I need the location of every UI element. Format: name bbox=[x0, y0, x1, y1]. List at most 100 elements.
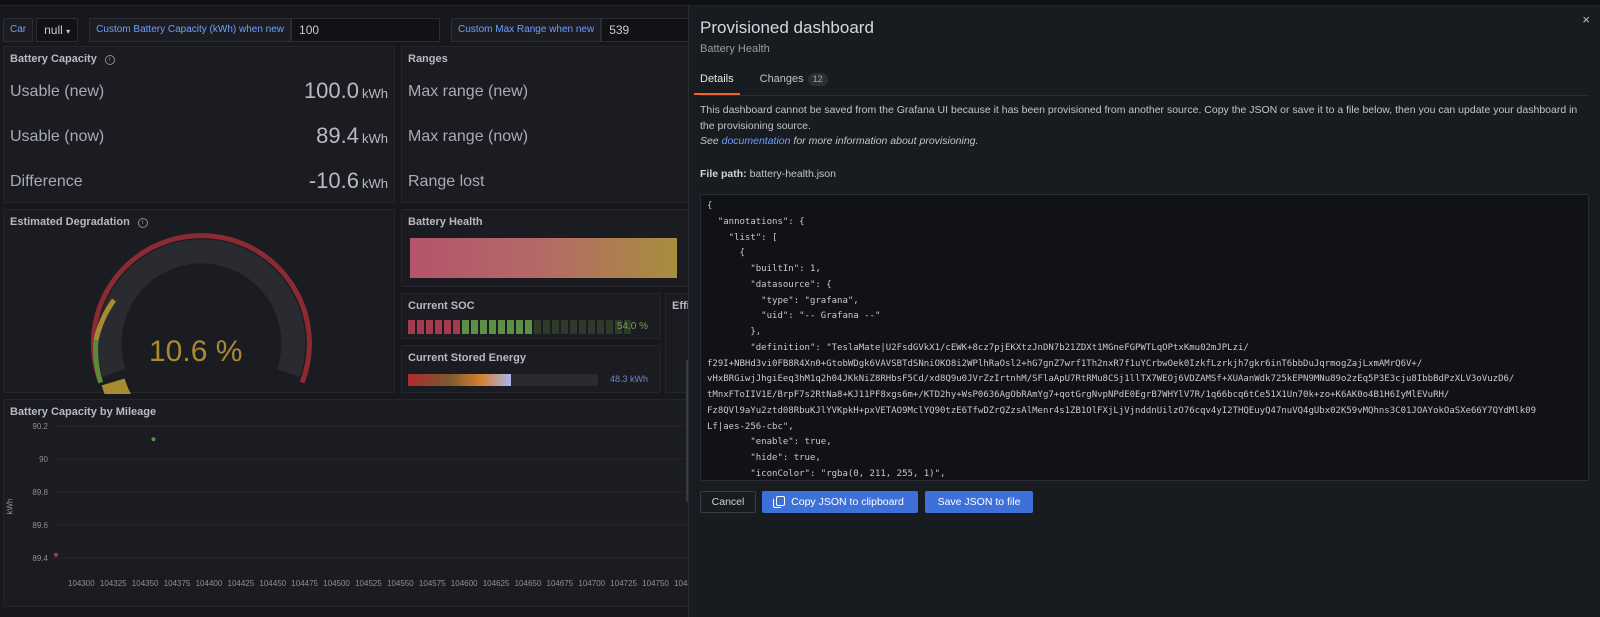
x-tick: 104750 bbox=[642, 579, 669, 588]
x-tick: 104550 bbox=[387, 579, 414, 588]
current-soc-title: Current SOC bbox=[408, 300, 475, 312]
tabs-divider bbox=[700, 95, 1589, 96]
battery-health-title: Battery Health bbox=[408, 216, 483, 228]
range-variable-label: Custom Max Range when new bbox=[451, 18, 602, 42]
x-tick: 104350 bbox=[131, 579, 159, 588]
stored-energy-panel: Current Stored Energy 48.3 kWh bbox=[401, 345, 661, 393]
soc-cell bbox=[543, 320, 550, 334]
tab-changes[interactable]: Changes 12 bbox=[754, 69, 834, 95]
copy-json-label: Copy JSON to clipboard bbox=[791, 496, 904, 508]
close-icon[interactable]: × bbox=[1582, 12, 1590, 27]
json-code-text: { "annotations": { "list": [ { "builtIn"… bbox=[707, 201, 1537, 479]
battery-capacity-panel: Battery Capacity i Usable (new) 100.0 kWh … bbox=[3, 46, 395, 203]
stat-label: Usable (now) bbox=[10, 128, 105, 145]
copy-json-button[interactable]: Copy JSON to clipboard bbox=[762, 491, 918, 513]
x-tick: 104450 bbox=[259, 579, 287, 588]
tab-label: Changes bbox=[759, 73, 804, 85]
soc-cell bbox=[498, 320, 505, 334]
degradation-panel: Estimated Degradation i 10.6 % bbox=[3, 209, 395, 394]
soc-cell bbox=[453, 320, 460, 334]
stat-number: -10.6 bbox=[308, 168, 359, 193]
x-tick: 104325 bbox=[99, 579, 127, 588]
documentation-link[interactable]: documentation bbox=[722, 135, 791, 147]
soc-cells bbox=[408, 320, 631, 334]
stat-value: 89.4 kWh bbox=[316, 123, 388, 149]
x-tick: 104425 bbox=[227, 579, 255, 588]
stored-energy-title: Current Stored Energy bbox=[408, 352, 526, 364]
x-tick: 104400 bbox=[195, 579, 223, 588]
soc-cell bbox=[516, 320, 523, 334]
stored-energy-value: 48.3 kWh bbox=[609, 374, 648, 384]
capacity-variable-input[interactable]: 100 bbox=[291, 18, 441, 42]
notice-text: This dashboard cannot be saved from the … bbox=[700, 104, 1578, 132]
soc-cell bbox=[462, 320, 469, 334]
notice-see: See bbox=[700, 135, 722, 147]
stat-value: 100.0 kWh bbox=[304, 78, 388, 104]
notice-see-line: See documentation for more information a… bbox=[700, 134, 1580, 150]
drawer-title: Provisioned dashboard bbox=[700, 18, 874, 37]
stat-label: Max range (new) bbox=[408, 83, 529, 100]
soc-cell bbox=[471, 320, 478, 334]
degradation-value: 10.6 % bbox=[149, 335, 243, 368]
x-tick: 104675 bbox=[546, 579, 574, 588]
x-tick: 104500 bbox=[323, 579, 350, 588]
soc-cell bbox=[426, 320, 433, 334]
copy-icon bbox=[773, 496, 786, 508]
stat-unit: kWh bbox=[362, 176, 388, 191]
file-path-label: File path: bbox=[700, 168, 747, 180]
soc-cell bbox=[561, 320, 568, 334]
drawer-tabs: Details Changes 12 bbox=[694, 69, 834, 95]
ranges-panel: Ranges Max range (new) Max range (now) R… bbox=[401, 46, 701, 203]
soc-cell bbox=[417, 320, 424, 334]
car-variable-value: null bbox=[44, 23, 63, 37]
panel-title: Battery Capacity i bbox=[10, 53, 115, 65]
soc-cell bbox=[570, 320, 577, 334]
info-icon[interactable]: i bbox=[104, 55, 115, 65]
x-tick: 104375 bbox=[163, 579, 191, 588]
soc-cell bbox=[507, 320, 514, 334]
current-soc-value: 54.0 % bbox=[616, 321, 648, 332]
gauge-value-arc bbox=[101, 378, 132, 394]
capacity-variable-label: Custom Battery Capacity (kWh) when new bbox=[89, 18, 292, 42]
x-tick: 104625 bbox=[482, 579, 510, 588]
x-tick: 104700 bbox=[578, 579, 606, 588]
x-tick: 104650 bbox=[514, 579, 542, 588]
tab-details[interactable]: Details bbox=[694, 69, 740, 95]
battery-health-bar bbox=[410, 238, 677, 278]
y-tick: 89.8 bbox=[32, 488, 48, 497]
soc-cell bbox=[480, 320, 487, 334]
file-path: File path: battery-health.json bbox=[700, 168, 836, 180]
y-tick: 90 bbox=[39, 455, 48, 464]
current-soc-panel: Current SOC 54.0 % bbox=[401, 293, 661, 339]
mileage-chart-panel: Battery Capacity by Mileage kWh 90.2 90 … bbox=[3, 399, 705, 607]
stat-label: Usable (new) bbox=[10, 83, 105, 100]
soc-cell bbox=[606, 320, 613, 334]
scatter-point[interactable] bbox=[151, 437, 156, 442]
y-axis-label: kWh bbox=[5, 498, 15, 515]
soc-cell bbox=[435, 320, 442, 334]
x-axis: 104300 104325 104350 104375 104400 104425 1044… bbox=[68, 579, 704, 591]
variables-bar: Car null ▾ Custom Battery Capacity (kWh)… bbox=[3, 18, 722, 42]
y-tick: 90.2 bbox=[32, 422, 48, 431]
y-tick: 89.6 bbox=[32, 521, 48, 530]
soc-cell bbox=[444, 320, 451, 334]
save-json-button[interactable]: Save JSON to file bbox=[925, 491, 1033, 513]
stat-number: 89.4 bbox=[316, 123, 359, 148]
y-axis: 90.2 90 89.8 89.6 89.4 bbox=[20, 422, 48, 563]
changes-count-badge: 12 bbox=[807, 73, 828, 86]
cancel-button[interactable]: Cancel bbox=[700, 491, 756, 513]
car-variable-select[interactable]: null ▾ bbox=[36, 18, 79, 42]
scatter-point[interactable] bbox=[54, 552, 58, 557]
soc-cell bbox=[408, 320, 415, 334]
stat-label: Difference bbox=[10, 173, 83, 190]
soc-cell bbox=[552, 320, 559, 334]
soc-cell bbox=[579, 320, 586, 334]
tab-label: Details bbox=[700, 73, 734, 85]
stored-energy-fill bbox=[408, 374, 511, 386]
json-code-editor[interactable]: { "annotations": { "list": [ { "builtIn"… bbox=[700, 194, 1589, 481]
x-tick: 104725 bbox=[610, 579, 637, 588]
stat-label: Max range (now) bbox=[408, 128, 529, 145]
file-path-value: battery-health.json bbox=[749, 168, 836, 180]
mileage-scatter-plot bbox=[52, 425, 692, 559]
app-root: Car null ▾ Custom Battery Capacity (kWh)… bbox=[0, 0, 1600, 617]
